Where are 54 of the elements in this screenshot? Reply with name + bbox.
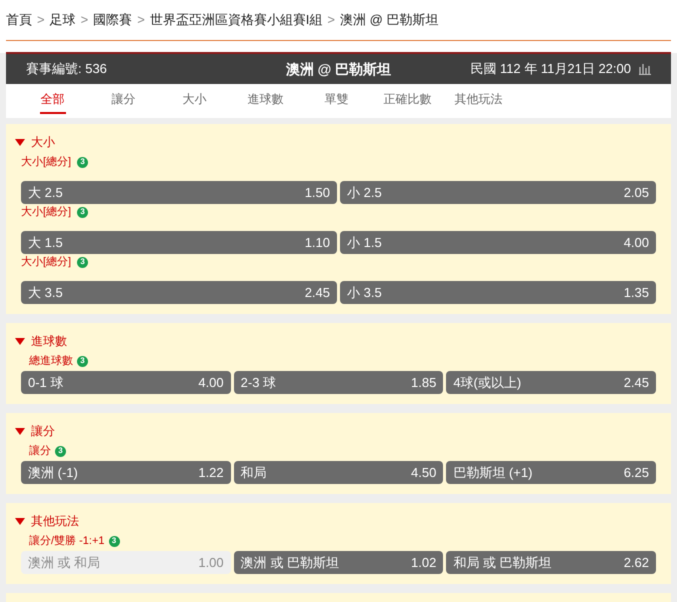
tab[interactable]: 單雙: [301, 90, 372, 118]
breadcrumb-separator: >: [327, 11, 335, 30]
odds-button[interactable]: 大 2.5 1.50: [21, 181, 337, 204]
odds-button[interactable]: 澳洲 或 巴勒斯坦 1.02: [234, 551, 444, 574]
count-badge: 3: [108, 536, 120, 546]
market-label: 大小[總分]: [21, 154, 72, 170]
tab[interactable]: 大小: [159, 90, 230, 118]
section-toggle[interactable]: 進球數: [15, 333, 67, 349]
count-badge: 3: [77, 156, 88, 168]
event-number: 賽事編號: 536: [26, 60, 108, 78]
count-badge: 3: [55, 446, 66, 456]
count-badge: 3: [77, 256, 88, 268]
bar-chart-icon[interactable]: [639, 63, 651, 75]
tab[interactable]: 正確比數: [372, 90, 443, 118]
market-label: 總進球數: [29, 354, 73, 369]
breadcrumb-link[interactable]: 首頁: [6, 10, 32, 30]
breadcrumb-link[interactable]: 足球: [50, 10, 76, 30]
odds-button[interactable]: 2-3 球 1.85: [234, 371, 444, 394]
odds-button[interactable]: 大 3.5 2.45: [21, 281, 337, 304]
section-toggle[interactable]: 讓分: [15, 423, 55, 439]
tab[interactable]: 讓分: [88, 90, 159, 118]
breadcrumb-link[interactable]: 國際賽: [93, 10, 132, 30]
caret-icon: [15, 138, 25, 146]
count-badge: 3: [77, 356, 88, 366]
section-toggle[interactable]: 大小: [15, 134, 55, 150]
tab[interactable]: 其他玩法: [443, 90, 514, 118]
breadcrumb-separator: >: [80, 11, 88, 30]
section-toggle[interactable]: 其他玩法: [15, 513, 79, 529]
tab[interactable]: 全部: [17, 90, 88, 118]
odds-button[interactable]: 0-1 球 4.00: [21, 371, 231, 394]
count-badge: 3: [77, 206, 88, 218]
odds-button[interactable]: 和局 4.50: [234, 461, 444, 484]
odds-button[interactable]: 巴勒斯坦 (+1) 6.25: [446, 461, 656, 484]
odds-button[interactable]: 大 1.5 1.10: [21, 231, 337, 254]
caret-icon: [15, 338, 25, 344]
match-date: 民國 112 年 11月21日 22:00: [470, 60, 631, 78]
tab[interactable]: 進球數: [230, 90, 301, 118]
caret-icon: [15, 518, 25, 524]
breadcrumb-link[interactable]: 世界盃亞洲區資格賽小組賽I組: [150, 10, 322, 30]
odds-button[interactable]: 澳洲 (-1) 1.22: [21, 461, 231, 484]
market-label: 讓分: [29, 444, 51, 459]
odds-button[interactable]: 小 3.5 1.35: [340, 281, 656, 304]
match-title: 澳洲 @ 巴勒斯坦: [284, 60, 392, 78]
breadcrumb-separator: >: [37, 11, 45, 30]
odds-button[interactable]: 4球(或以上) 2.45: [446, 371, 656, 394]
market-label: 讓分/雙勝 -1:+1: [29, 534, 104, 549]
odds-button[interactable]: 小 2.5 2.05: [340, 181, 656, 204]
breadcrumb-separator: >: [137, 11, 145, 30]
odds-button[interactable]: 和局 或 巴勒斯坦 2.62: [446, 551, 656, 574]
market-label: 大小[總分]: [21, 204, 72, 220]
odds-button[interactable]: 小 1.5 4.00: [340, 231, 656, 254]
breadcrumb-link[interactable]: 澳洲 @ 巴勒斯坦: [340, 10, 438, 30]
market-label: 大小[總分]: [21, 254, 72, 270]
caret-icon: [15, 428, 25, 434]
